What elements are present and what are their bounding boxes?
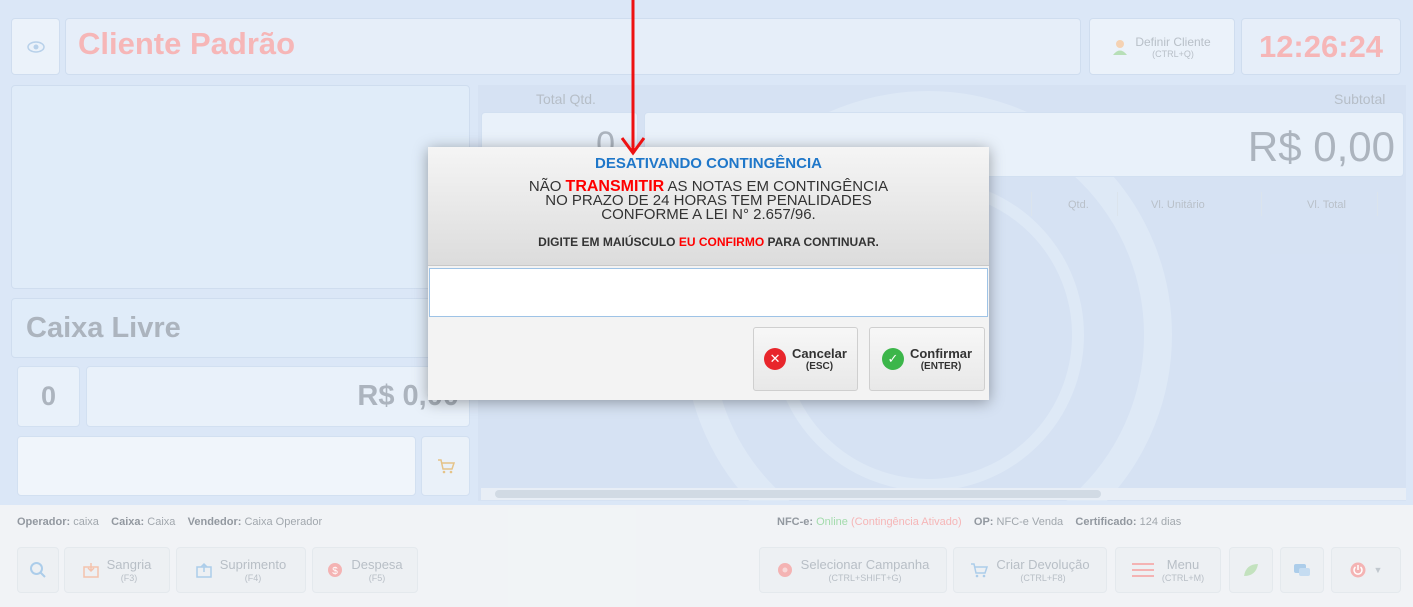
instruction-post: PARA CONTINUAR. <box>764 235 879 249</box>
dialog-title: DESATIVANDO CONTINGÊNCIA <box>595 155 822 172</box>
confirm-phrase-highlight: EU CONFIRMO <box>678 235 765 249</box>
dialog-line-3: CONFORME A LEI N° 2.657/96. <box>601 206 816 223</box>
dialog-instruction: DIGITE EM MAIÚSCULO EU CONFIRMO PARA CON… <box>428 235 989 249</box>
cancel-button[interactable]: ✕ Cancelar (ESC) <box>753 327 858 391</box>
dialog-message: NÃO TRANSMITIR AS NOTAS EM CONTINGÊNCIA … <box>428 179 989 223</box>
dialog-header: DESATIVANDO CONTINGÊNCIA NÃO TRANSMITIR … <box>428 147 989 266</box>
check-icon: ✓ <box>881 348 904 370</box>
cancel-label: Cancelar <box>792 346 847 361</box>
contingency-dialog: DESATIVANDO CONTINGÊNCIA NÃO TRANSMITIR … <box>428 147 989 400</box>
confirm-label: Confirmar <box>909 346 973 361</box>
confirmation-input[interactable] <box>429 268 988 317</box>
confirm-button[interactable]: ✓ Confirmar (ENTER) <box>869 327 985 391</box>
annotation-arrow-icon <box>620 0 646 156</box>
confirm-shortcut: (ENTER) <box>920 361 962 372</box>
cancel-shortcut: (ESC) <box>805 361 834 372</box>
close-icon: ✕ <box>764 348 787 370</box>
instruction-pre: DIGITE EM MAIÚSCULO <box>538 235 679 249</box>
